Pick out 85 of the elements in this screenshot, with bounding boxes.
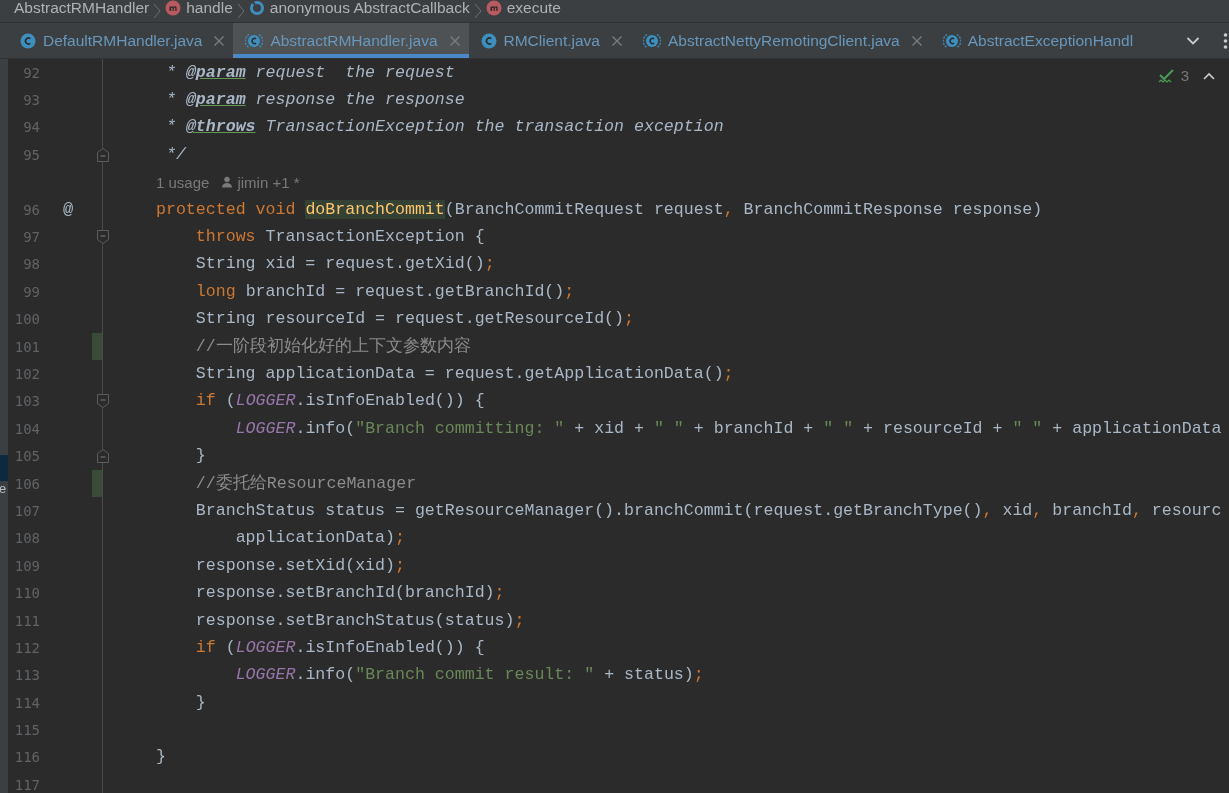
breadcrumb-item[interactable]: AbstractRMHandler bbox=[14, 0, 150, 17]
more-icon[interactable] bbox=[1222, 31, 1229, 50]
code-line: * @param request the request bbox=[164, 61, 455, 84]
breadcrumb-item[interactable]: anonymous AbstractCallback bbox=[269, 0, 470, 17]
editor-tab[interactable]: RMClient.java bbox=[468, 23, 631, 58]
fold-icon[interactable] bbox=[96, 229, 110, 246]
line-number: 104 bbox=[13, 420, 40, 437]
code-line: } bbox=[194, 445, 206, 468]
line-number: 100 bbox=[13, 311, 40, 328]
class-icon bbox=[20, 32, 36, 49]
code-line: response.setBranchId(branchId); bbox=[194, 582, 505, 605]
code-line: String xid = request.getXid(); bbox=[194, 253, 495, 276]
unfold-icon[interactable] bbox=[96, 146, 110, 163]
code-line: } bbox=[155, 746, 166, 769]
inspection-icon[interactable] bbox=[1157, 67, 1176, 84]
code-line: response.setBranchStatus(status); bbox=[194, 609, 525, 632]
line-number: 102 bbox=[13, 366, 40, 382]
line-number: 101 bbox=[13, 338, 40, 355]
close-icon[interactable] bbox=[213, 34, 226, 47]
line-number: 107 bbox=[13, 502, 40, 519]
line-number: 96 bbox=[22, 201, 40, 218]
fold-icon[interactable] bbox=[96, 393, 110, 410]
code-line: BranchStatus status = getResourceManager().branchCommit(request.getBranchType(), xid, branchId, resourc bbox=[194, 499, 1222, 522]
line-number: 111 bbox=[13, 612, 40, 629]
line-number: 94 bbox=[22, 119, 40, 136]
line-number: 109 bbox=[13, 557, 40, 574]
chevron-down-icon[interactable] bbox=[1186, 35, 1200, 46]
code-line: response.setXid(xid); bbox=[194, 554, 405, 577]
previous-icon[interactable] bbox=[1203, 71, 1215, 80]
editor-tab[interactable]: DefaultRMHandler.java bbox=[8, 23, 234, 58]
code-line: } bbox=[194, 691, 206, 714]
code-line: LOGGER.info("Branch committing: " + xid + " " + branchId + " " + resourceId + " " + applicationData bbox=[234, 417, 1222, 440]
override-marker[interactable]: @ bbox=[62, 200, 74, 220]
line-number: 116 bbox=[13, 749, 40, 766]
chevron-icon bbox=[473, 3, 482, 19]
code-line: throws TransactionException { bbox=[194, 226, 485, 249]
unfold-icon[interactable] bbox=[96, 448, 110, 465]
line-number: 113 bbox=[13, 667, 40, 684]
code-line: String applicationData = request.getApplicationData(); bbox=[194, 363, 734, 385]
person-icon bbox=[221, 176, 234, 189]
code-line: * @throws TransactionException the transaction exception bbox=[164, 116, 724, 139]
code-line: LOGGER.info("Branch commit result: " + status); bbox=[234, 664, 704, 687]
line-number: 95 bbox=[22, 146, 40, 163]
code-line: long branchId = request.getBranchId(); bbox=[194, 280, 575, 303]
line-number: 92 bbox=[22, 64, 40, 81]
chevron-icon bbox=[153, 3, 162, 19]
chevron-icon bbox=[236, 3, 245, 19]
code-line: * @param response the response bbox=[164, 89, 465, 112]
editor-tab[interactable]: AbstractExceptionHandl bbox=[930, 23, 1142, 58]
tool-window-label[interactable]: e bbox=[0, 481, 8, 497]
code-line: */ bbox=[164, 143, 186, 166]
abstract-class-icon bbox=[245, 31, 264, 50]
code-line: //委托给ResourceManager bbox=[194, 472, 417, 495]
breadcrumb-item[interactable]: execute bbox=[506, 0, 561, 17]
code-line: if (LOGGER.isInfoEnabled()) { bbox=[194, 636, 485, 659]
line-number: 93 bbox=[22, 92, 40, 109]
close-icon[interactable] bbox=[910, 34, 923, 47]
line-number: 117 bbox=[13, 776, 40, 793]
code-line: applicationData); bbox=[234, 527, 405, 550]
author-hint[interactable]: jimin +1 * bbox=[237, 173, 300, 191]
close-icon[interactable] bbox=[611, 34, 623, 47]
line-number: 97 bbox=[22, 229, 40, 246]
line-number: 103 bbox=[13, 393, 40, 410]
line-number: 105 bbox=[13, 448, 40, 465]
abstract-class-icon bbox=[643, 31, 661, 50]
line-number: 110 bbox=[13, 585, 40, 602]
code-line: protected void doBranchCommit(BranchCommitRequest request, BranchCommitResponse response) bbox=[155, 198, 1043, 221]
editor-tab[interactable]: AbstractRMHandler.java bbox=[233, 23, 469, 58]
line-number: 108 bbox=[13, 530, 40, 547]
class-icon bbox=[480, 32, 497, 49]
close-icon[interactable] bbox=[448, 34, 461, 47]
inspection-count[interactable]: 3 bbox=[1180, 67, 1189, 84]
abstract-class-icon bbox=[942, 31, 961, 50]
editor-tab[interactable]: AbstractNettyRemotingClient.java bbox=[631, 23, 931, 58]
line-number: 112 bbox=[13, 639, 40, 656]
line-number: 115 bbox=[13, 722, 40, 739]
code-line: //一阶段初始化好的上下文参数内容 bbox=[194, 335, 471, 358]
line-number: 106 bbox=[13, 475, 40, 492]
breadcrumb-item[interactable]: handle bbox=[186, 0, 233, 17]
line-number: 99 bbox=[22, 283, 40, 300]
code-line: if (LOGGER.isInfoEnabled()) { bbox=[194, 390, 485, 413]
line-number: 98 bbox=[22, 256, 40, 273]
usage-hint[interactable]: 1 usage bbox=[156, 173, 210, 191]
code-line: String resourceId = request.getResourceId(); bbox=[194, 308, 634, 331]
line-number: 114 bbox=[13, 694, 40, 711]
